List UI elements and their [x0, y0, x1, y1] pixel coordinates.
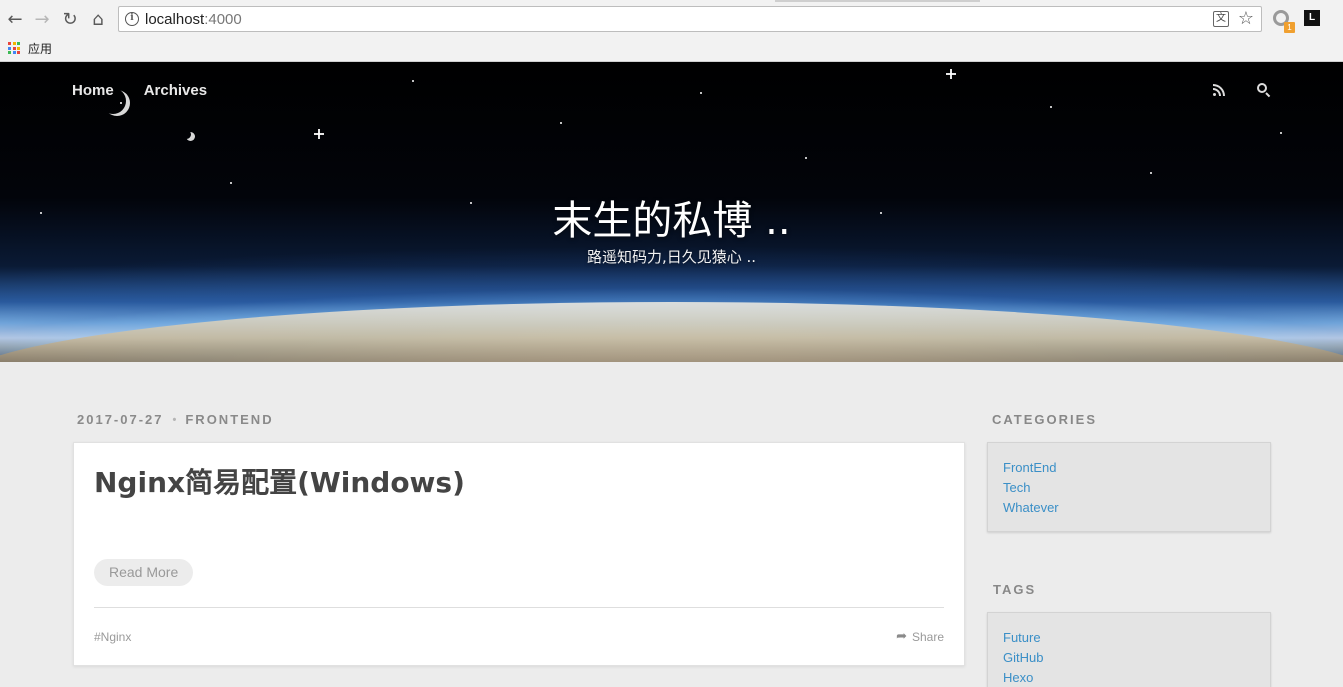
- star-icon: [1280, 132, 1282, 134]
- post-date[interactable]: 2017-07-27: [77, 412, 164, 427]
- moon-icon: [186, 132, 195, 141]
- share-icon: ➦: [896, 629, 907, 644]
- meta-separator: •: [172, 413, 177, 426]
- category-link[interactable]: Tech: [1003, 478, 1255, 498]
- bookmark-apps-label[interactable]: 应用: [28, 40, 52, 57]
- post-tag[interactable]: #Nginx: [94, 630, 131, 644]
- site-subtitle: 路遥知码力,日久见猿心 ..: [586, 248, 757, 266]
- tag-link[interactable]: Hexo: [1003, 668, 1255, 687]
- site-info-icon[interactable]: i: [125, 12, 139, 26]
- nav-icons: [1213, 82, 1271, 98]
- star-icon: [230, 182, 232, 184]
- url-text[interactable]: localhost:4000: [145, 11, 242, 28]
- earth-horizon: [0, 302, 1343, 362]
- category-link[interactable]: Whatever: [1003, 498, 1255, 518]
- share-label: Share: [911, 629, 944, 644]
- extension-l-icon[interactable]: L: [1304, 10, 1320, 26]
- extension-icon[interactable]: 1: [1273, 10, 1295, 33]
- hero-banner: Home Archives 末生的私博 .. 路遥知码力,日久见猿心 ..: [0, 62, 1343, 362]
- star-icon: [946, 69, 956, 79]
- nav-archives[interactable]: Archives: [144, 82, 207, 99]
- star-icon: [560, 122, 562, 124]
- post-card: Nginx简易配置(Windows) Read More #Nginx ➦ Sh…: [73, 442, 965, 666]
- post-title[interactable]: Nginx简易配置(Windows): [94, 461, 465, 501]
- back-button[interactable]: ←: [4, 8, 26, 30]
- star-icon: [805, 157, 807, 159]
- forward-button[interactable]: →: [31, 8, 53, 30]
- apps-grid-icon[interactable]: [8, 42, 20, 54]
- site-title: 末生的私博 ..: [552, 198, 791, 244]
- tag-link[interactable]: GitHub: [1003, 648, 1255, 668]
- rss-icon[interactable]: [1213, 84, 1225, 96]
- share-button[interactable]: ➦ Share: [896, 629, 944, 644]
- translate-icon[interactable]: 文: [1213, 11, 1229, 27]
- categories-box: FrontEnd Tech Whatever: [987, 442, 1271, 532]
- star-icon: [700, 92, 702, 94]
- card-divider: [94, 607, 944, 608]
- main-nav: Home Archives: [72, 82, 207, 99]
- address-bar[interactable]: i localhost:4000 文 ☆: [118, 6, 1262, 32]
- star-icon: [1150, 172, 1152, 174]
- browser-chrome: ← → ↻ ⌂ i localhost:4000 文 ☆ 1 L 应用: [0, 0, 1343, 62]
- bookmark-star-icon[interactable]: ☆: [1238, 8, 1254, 29]
- tags-heading: TAGS: [993, 582, 1037, 597]
- search-icon[interactable]: [1257, 83, 1271, 98]
- tags-box: Future GitHub Hexo: [987, 612, 1271, 687]
- tag-link[interactable]: Future: [1003, 628, 1255, 648]
- tab-strip-edge: [775, 0, 980, 2]
- reload-button[interactable]: ↻: [59, 8, 81, 30]
- star-icon: [412, 80, 414, 82]
- post-meta: 2017-07-27 • FrontEnd: [77, 412, 274, 427]
- extension-badge: 1: [1284, 22, 1295, 33]
- star-icon: [314, 129, 324, 139]
- home-button[interactable]: ⌂: [87, 8, 109, 30]
- star-icon: [1050, 106, 1052, 108]
- categories-heading: CATEGORIES: [992, 412, 1097, 427]
- post-category[interactable]: FrontEnd: [185, 412, 273, 427]
- read-more-button[interactable]: Read More: [94, 559, 194, 586]
- nav-home[interactable]: Home: [72, 82, 114, 99]
- category-link[interactable]: FrontEnd: [1003, 458, 1255, 478]
- bookmarks-bar: 应用: [8, 40, 52, 56]
